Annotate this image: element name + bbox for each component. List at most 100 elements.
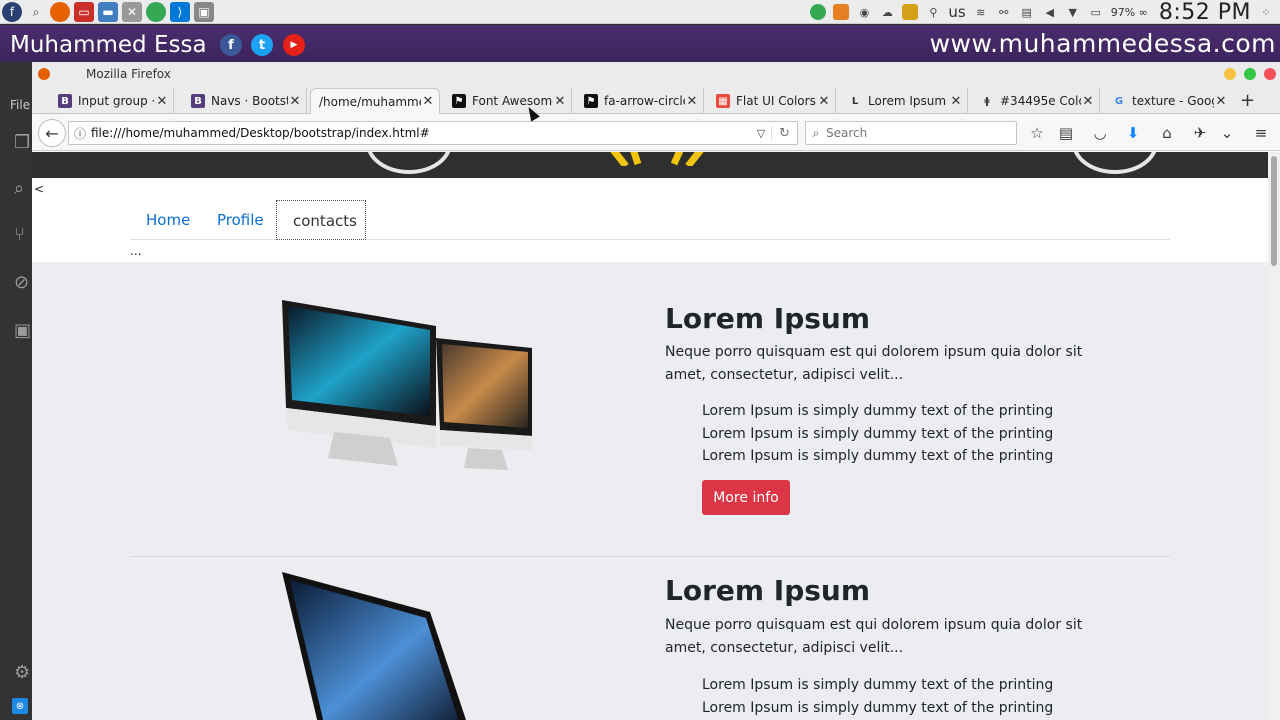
settings-icon[interactable]: ⁘ [1258, 4, 1274, 20]
update-icon[interactable]: ◉ [856, 4, 872, 20]
color-hex-icon: ǂ [980, 94, 994, 108]
status-icon[interactable]: ⊗ [12, 698, 28, 714]
tab-home-muhammed[interactable]: /home/muhammed ✕ [310, 88, 440, 114]
clock[interactable]: 8:52 PM [1159, 0, 1251, 25]
tab-texture-google[interactable]: G texture - Google ✕ [1106, 88, 1232, 114]
tab-lorem-ipsum[interactable]: L Lorem Ipsum ✕ [842, 88, 968, 114]
launcher-icons: f ⌕ ▭ ▬ ✕ ⟩ ▣ [2, 2, 214, 22]
search-input[interactable] [826, 126, 1006, 140]
firefox-window: Mozilla Firefox B Input group · ✕ B Navs… [32, 62, 1280, 720]
battery-level: 97% ∞ [1110, 5, 1148, 19]
pocket-icon[interactable]: ◡ [1090, 123, 1110, 143]
scrollbar-thumb[interactable] [1271, 156, 1277, 266]
close-icon[interactable]: ✕ [817, 94, 831, 109]
search-icon[interactable]: ⌕ [26, 2, 46, 22]
nav-profile[interactable]: Profile [201, 200, 280, 240]
files-launcher-icon[interactable]: ▬ [98, 2, 118, 22]
tab-strip: B Input group · ✕ B Navs · Bootstrap ✕ /… [32, 86, 1280, 114]
volume-icon[interactable]: ◀ [1042, 4, 1058, 20]
chevron-down-icon[interactable]: ▽ [751, 127, 771, 140]
chrome-tray-icon[interactable] [810, 4, 827, 20]
more-info-button[interactable]: More info [702, 480, 790, 515]
clipboard-icon[interactable]: ▤ [1019, 4, 1035, 20]
tab-title: Font Awesome [472, 94, 553, 108]
system-tray: ◉ ☁ ⚲ us ≋ ⚯ ▤ ◀ ▼ ▭ 97% ∞ 8:52 PM ⁘ [810, 0, 1274, 25]
list-item: Lorem Ipsum is simply dummy text of the … [702, 699, 1054, 716]
stray-text: < [34, 182, 45, 196]
reload-icon[interactable]: ↻ [771, 125, 797, 141]
search-icon[interactable]: ⌕ [14, 178, 34, 199]
network-icon[interactable]: ⚯ [996, 4, 1012, 20]
tools-launcher-icon[interactable]: ✕ [122, 2, 142, 22]
close-icon[interactable]: ✕ [1214, 94, 1228, 109]
image-viewer-launcher-icon[interactable]: ▣ [194, 2, 214, 22]
flag-icon: ⚑ [452, 94, 466, 108]
chrome-launcher-icon[interactable] [146, 2, 166, 22]
source-control-icon[interactable]: ⑂ [14, 224, 34, 245]
new-tab-button[interactable]: + [1240, 90, 1255, 111]
tab-color-34495e[interactable]: ǂ #34495e Color ✕ [974, 88, 1100, 114]
package-icon[interactable] [902, 4, 919, 20]
explorer-icon[interactable]: ❐ [14, 132, 34, 153]
close-icon[interactable]: ✕ [685, 94, 699, 109]
tab-input-group[interactable]: B Input group · ✕ [52, 88, 174, 114]
nav-home[interactable]: Home [130, 200, 206, 240]
window-title: Mozilla Firefox [86, 67, 171, 81]
usb-icon[interactable]: ⚲ [925, 4, 941, 20]
wifi-icon[interactable]: ≋ [973, 4, 989, 20]
extensions-icon[interactable]: ▣ [14, 320, 34, 341]
cloud-icon[interactable]: ☁ [879, 4, 895, 20]
chevron-down-icon[interactable]: ⌄ [1217, 123, 1237, 143]
page-scrollbar[interactable] [1268, 152, 1280, 720]
tab-fa-arrow-circle[interactable]: ⚑ fa-arrow-circle ✕ [578, 88, 704, 114]
download-icon[interactable]: ⬇ [1123, 123, 1143, 143]
nav-contacts[interactable]: contacts [276, 200, 366, 240]
firefox-launcher-icon[interactable] [50, 2, 70, 22]
close-icon[interactable]: ✕ [949, 94, 963, 109]
tab-navs-bootstrap[interactable]: B Navs · Bootstrap ✕ [185, 88, 307, 114]
back-button[interactable]: ← [38, 119, 66, 147]
search-bar[interactable]: ⌕ [805, 121, 1017, 145]
debug-icon[interactable]: ⊘ [14, 272, 34, 293]
section-divider [130, 556, 1170, 557]
website-url: www.muhammedessa.com [929, 29, 1276, 58]
keyboard-layout[interactable]: us [948, 3, 965, 21]
gear-icon[interactable]: ⚙ [14, 662, 34, 683]
vscode-launcher-icon[interactable]: ⟩ [170, 2, 190, 22]
fedora-menu-icon[interactable]: f [2, 2, 22, 22]
facebook-icon: f [220, 34, 242, 56]
menu-icon[interactable]: ≡ [1251, 123, 1271, 143]
home-icon[interactable]: ⌂ [1157, 123, 1177, 143]
url-bar[interactable]: ⓘ file:///home/muhammed/Desktop/bootstra… [68, 121, 798, 145]
close-icon[interactable]: ✕ [155, 94, 169, 109]
reading-list-icon[interactable]: ▤ [1056, 123, 1076, 143]
file-menu[interactable]: File [10, 98, 30, 112]
chevron-down-icon[interactable]: ▼ [1065, 4, 1081, 20]
close-button[interactable] [1264, 68, 1276, 80]
info-icon[interactable]: ⓘ [69, 125, 91, 142]
tab-title: Input group · [78, 94, 155, 108]
app-tray-icon[interactable] [833, 4, 850, 20]
url-text[interactable]: file:///home/muhammed/Desktop/bootstrap/… [91, 126, 751, 140]
search-icon: ⌕ [812, 125, 820, 140]
extension-icon[interactable]: ✈ [1190, 123, 1210, 143]
editor-sidebar: File ❐ ⌕ ⑂ ⊘ ▣ ⚙ ⊗ [0, 62, 34, 720]
minimize-button[interactable] [1224, 68, 1236, 80]
page-viewport: < Home Profile contacts ... Lorem Ipsum … [32, 152, 1268, 720]
close-icon[interactable]: ✕ [553, 94, 567, 109]
bookmark-star-icon[interactable]: ☆ [1027, 123, 1047, 143]
maximize-button[interactable] [1244, 68, 1256, 80]
feature-lead: Neque porro quisquam est qui dolorem ips… [665, 344, 1083, 383]
lightbulb-illustration [610, 152, 704, 166]
battery-icon[interactable]: ▭ [1088, 4, 1104, 20]
media-launcher-icon[interactable]: ▭ [74, 2, 94, 22]
channel-banner: Muhammed Essa f t ▶ www.muhammedessa.com [0, 25, 1280, 62]
tab-font-awesome[interactable]: ⚑ Font Awesome ✕ [446, 88, 572, 114]
color-grid-icon: ▦ [716, 94, 730, 108]
tab-flat-ui-colors[interactable]: ▦ Flat UI Colors ✕ [710, 88, 836, 114]
firefox-icon [38, 68, 50, 80]
close-icon[interactable]: ✕ [1081, 94, 1095, 109]
feature-heading: Lorem Ipsum [665, 574, 871, 607]
close-icon[interactable]: ✕ [421, 94, 435, 109]
close-icon[interactable]: ✕ [288, 94, 302, 109]
